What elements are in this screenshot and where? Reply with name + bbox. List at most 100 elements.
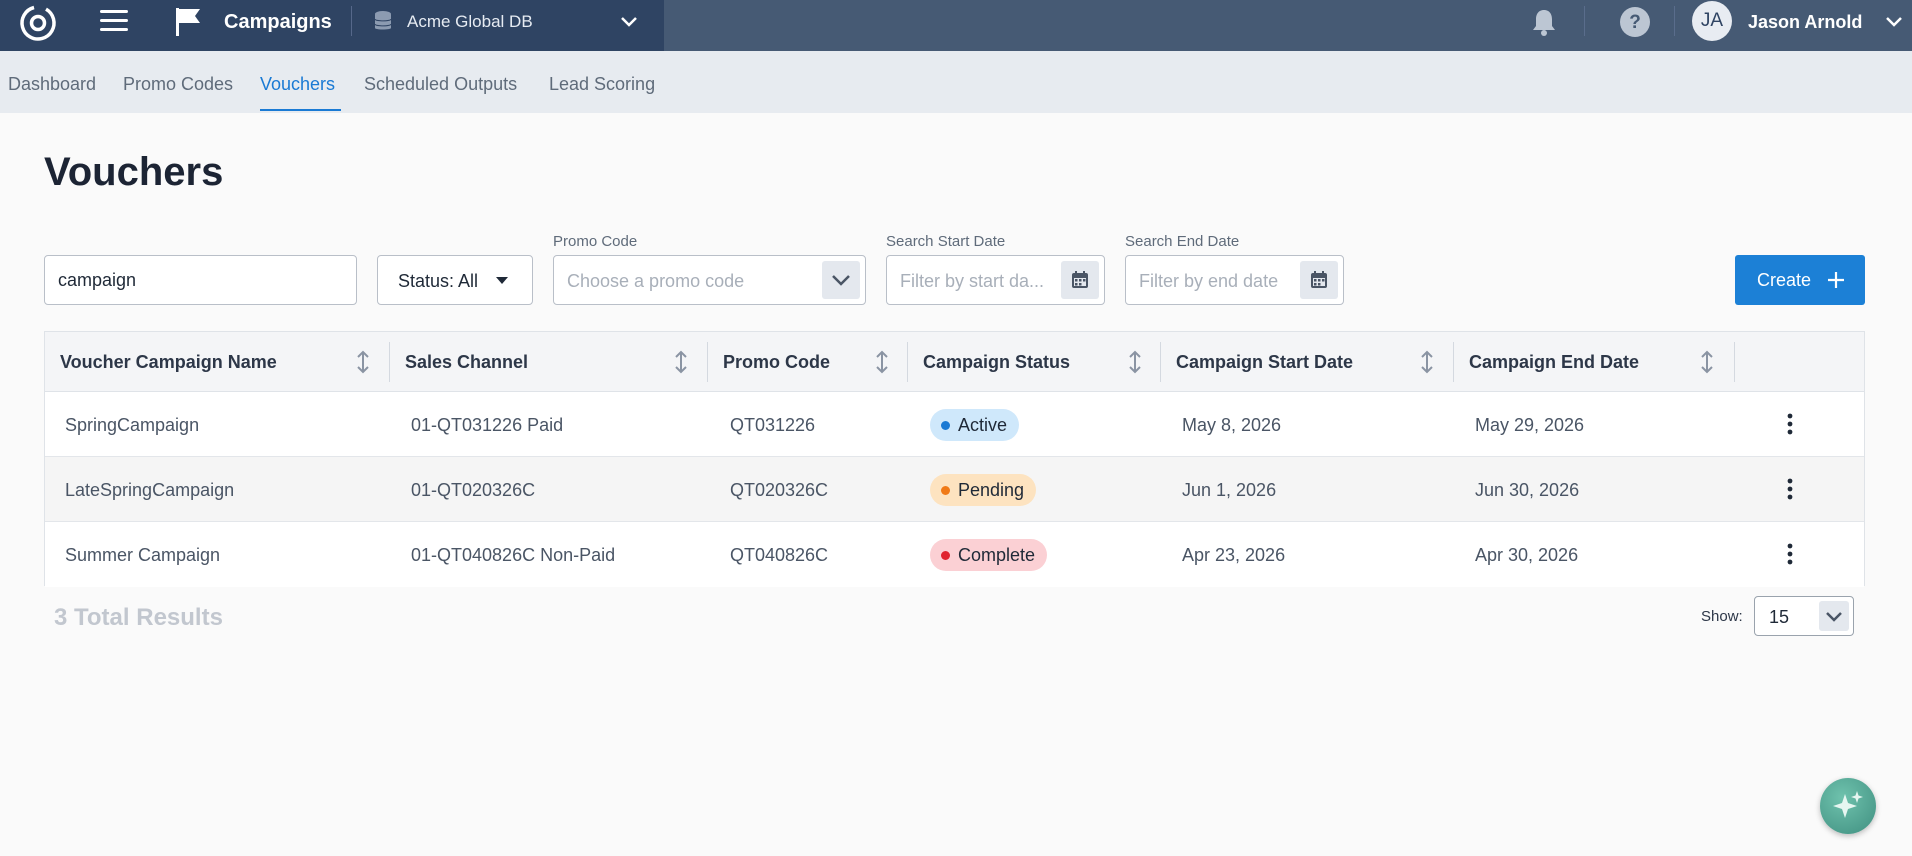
column-header-promo-code[interactable]: Promo Code <box>708 332 908 392</box>
column-header-campaign-status[interactable]: Campaign Status <box>908 332 1161 392</box>
end-date-cell: May 29, 2026 <box>1475 415 1585 435</box>
tab-promo-codes[interactable]: Promo Codes <box>123 73 233 95</box>
column-header-label: Sales Channel <box>405 352 529 372</box>
database-selector[interactable]: Acme Global DB <box>407 11 533 33</box>
sub-navigation: Dashboard Promo Codes Vouchers Scheduled… <box>0 51 1912 113</box>
start-date-label: Search Start Date <box>886 233 1006 250</box>
table-row[interactable]: LateSpringCampaign 01-QT020326C QT020326… <box>45 457 1864 522</box>
table-header: Voucher Campaign Name Sales Channel Prom… <box>45 332 1864 392</box>
more-options-icon[interactable] <box>1780 542 1800 566</box>
column-header-label: Campaign Status <box>923 352 1071 372</box>
ai-assistant-button[interactable] <box>1820 778 1876 834</box>
status-dot <box>941 486 950 495</box>
avatar[interactable]: JA <box>1692 1 1732 41</box>
total-results: 3 Total Results <box>54 604 223 631</box>
tab-vouchers[interactable]: Vouchers <box>260 73 335 95</box>
column-header-label: Campaign End Date <box>1469 352 1640 372</box>
column-header-sales-channel[interactable]: Sales Channel <box>390 332 708 392</box>
top-bar: Campaigns Acme Global DB ? JA Jason Arno… <box>0 0 1912 51</box>
calendar-icon <box>1311 271 1327 288</box>
page-title: Vouchers <box>44 150 224 194</box>
page-size-dropdown-button[interactable] <box>1819 601 1849 631</box>
end-date-calendar-button[interactable] <box>1300 261 1338 299</box>
status-dot <box>941 551 950 560</box>
flag-icon <box>176 8 200 36</box>
plus-icon <box>1828 272 1844 288</box>
vouchers-table: Voucher Campaign Name Sales Channel Prom… <box>44 331 1865 587</box>
end-date-label: Search End Date <box>1125 233 1240 250</box>
sort-icon[interactable] <box>1700 350 1714 374</box>
chevron-down-icon[interactable] <box>618 12 640 30</box>
status-badge: Pending <box>930 474 1037 506</box>
sparkle-icon <box>1833 791 1863 818</box>
start-date-cell: Jun 1, 2026 <box>1182 480 1277 500</box>
page-size-value: 15 <box>1769 607 1790 627</box>
start-date-placeholder: Filter by start da... <box>900 271 1045 291</box>
caret-down-icon <box>496 277 508 284</box>
chevron-down-icon <box>1826 612 1842 622</box>
promo-code-cell: QT020326C <box>730 480 829 500</box>
sort-icon[interactable] <box>356 350 370 374</box>
end-date-field[interactable]: Filter by end date <box>1125 255 1344 305</box>
promo-code-label: Promo Code <box>553 233 638 250</box>
status-badge: Complete <box>930 539 1048 571</box>
user-name[interactable]: Jason Arnold <box>1748 11 1862 33</box>
end-date-placeholder: Filter by end date <box>1139 271 1279 291</box>
sort-icon[interactable] <box>1420 350 1434 374</box>
tab-dashboard[interactable]: Dashboard <box>8 73 96 95</box>
table-row[interactable]: SpringCampaign 01-QT031226 Paid QT031226… <box>45 392 1864 457</box>
sales-channel-cell: 01-QT040826C Non-Paid <box>411 545 616 565</box>
sales-channel-cell: 01-QT020326C <box>411 480 536 500</box>
database-icon <box>374 11 392 30</box>
search-input[interactable] <box>44 255 357 305</box>
status-badge: Active <box>930 409 1020 441</box>
menu-icon[interactable] <box>100 10 128 36</box>
chevron-down-icon <box>832 275 850 286</box>
tab-scheduled-outputs[interactable]: Scheduled Outputs <box>364 73 517 95</box>
chevron-down-icon[interactable] <box>1884 12 1904 30</box>
status-badge-label: Complete <box>958 545 1036 565</box>
divider <box>351 6 352 36</box>
promo-code-cell: QT031226 <box>730 415 816 435</box>
start-date-calendar-button[interactable] <box>1061 261 1099 299</box>
promo-code-select[interactable]: Choose a promo code <box>553 255 866 305</box>
page-size-select[interactable]: 15 <box>1754 596 1854 636</box>
end-date-cell: Apr 30, 2026 <box>1475 545 1579 565</box>
status-filter-button[interactable]: Status: All <box>377 255 533 305</box>
start-date-cell: Apr 23, 2026 <box>1182 545 1286 565</box>
column-header-end-date[interactable]: Campaign End Date <box>1454 332 1735 392</box>
svg-text:?: ? <box>1629 12 1641 33</box>
bell-icon[interactable] <box>1529 6 1559 38</box>
help-icon[interactable]: ? <box>1619 6 1651 38</box>
column-header-label: Promo Code <box>723 352 831 372</box>
status-filter-label: Status: All <box>398 271 479 291</box>
campaign-name-cell: Summer Campaign <box>65 545 221 565</box>
start-date-cell: May 8, 2026 <box>1182 415 1282 435</box>
column-header-start-date[interactable]: Campaign Start Date <box>1161 332 1454 392</box>
campaign-name-cell: LateSpringCampaign <box>65 480 235 500</box>
table-row[interactable]: Summer Campaign 01-QT040826C Non-Paid QT… <box>45 522 1864 587</box>
promo-code-cell: QT040826C <box>730 545 829 565</box>
divider <box>1584 6 1585 36</box>
column-header-campaign-name[interactable]: Voucher Campaign Name <box>45 332 390 392</box>
logo-icon[interactable] <box>18 3 58 43</box>
create-button-label: Create <box>1757 270 1812 290</box>
tab-lead-scoring[interactable]: Lead Scoring <box>549 73 655 95</box>
divider <box>1674 6 1675 36</box>
column-divider[interactable] <box>1734 342 1735 382</box>
active-tab-indicator <box>260 109 341 111</box>
more-options-icon[interactable] <box>1780 477 1800 501</box>
app-title: Campaigns <box>224 11 332 33</box>
sort-icon[interactable] <box>875 350 889 374</box>
sort-icon[interactable] <box>674 350 688 374</box>
promo-code-dropdown-button[interactable] <box>822 261 860 299</box>
create-button[interactable]: Create <box>1735 255 1865 305</box>
status-dot <box>941 421 950 430</box>
status-badge-label: Active <box>958 415 1008 435</box>
start-date-field[interactable]: Filter by start da... <box>886 255 1105 305</box>
status-badge-label: Pending <box>958 480 1025 500</box>
sort-icon[interactable] <box>1128 350 1142 374</box>
page-size-label: Show: <box>1701 608 1743 625</box>
calendar-icon <box>1072 271 1088 288</box>
more-options-icon[interactable] <box>1780 412 1800 436</box>
